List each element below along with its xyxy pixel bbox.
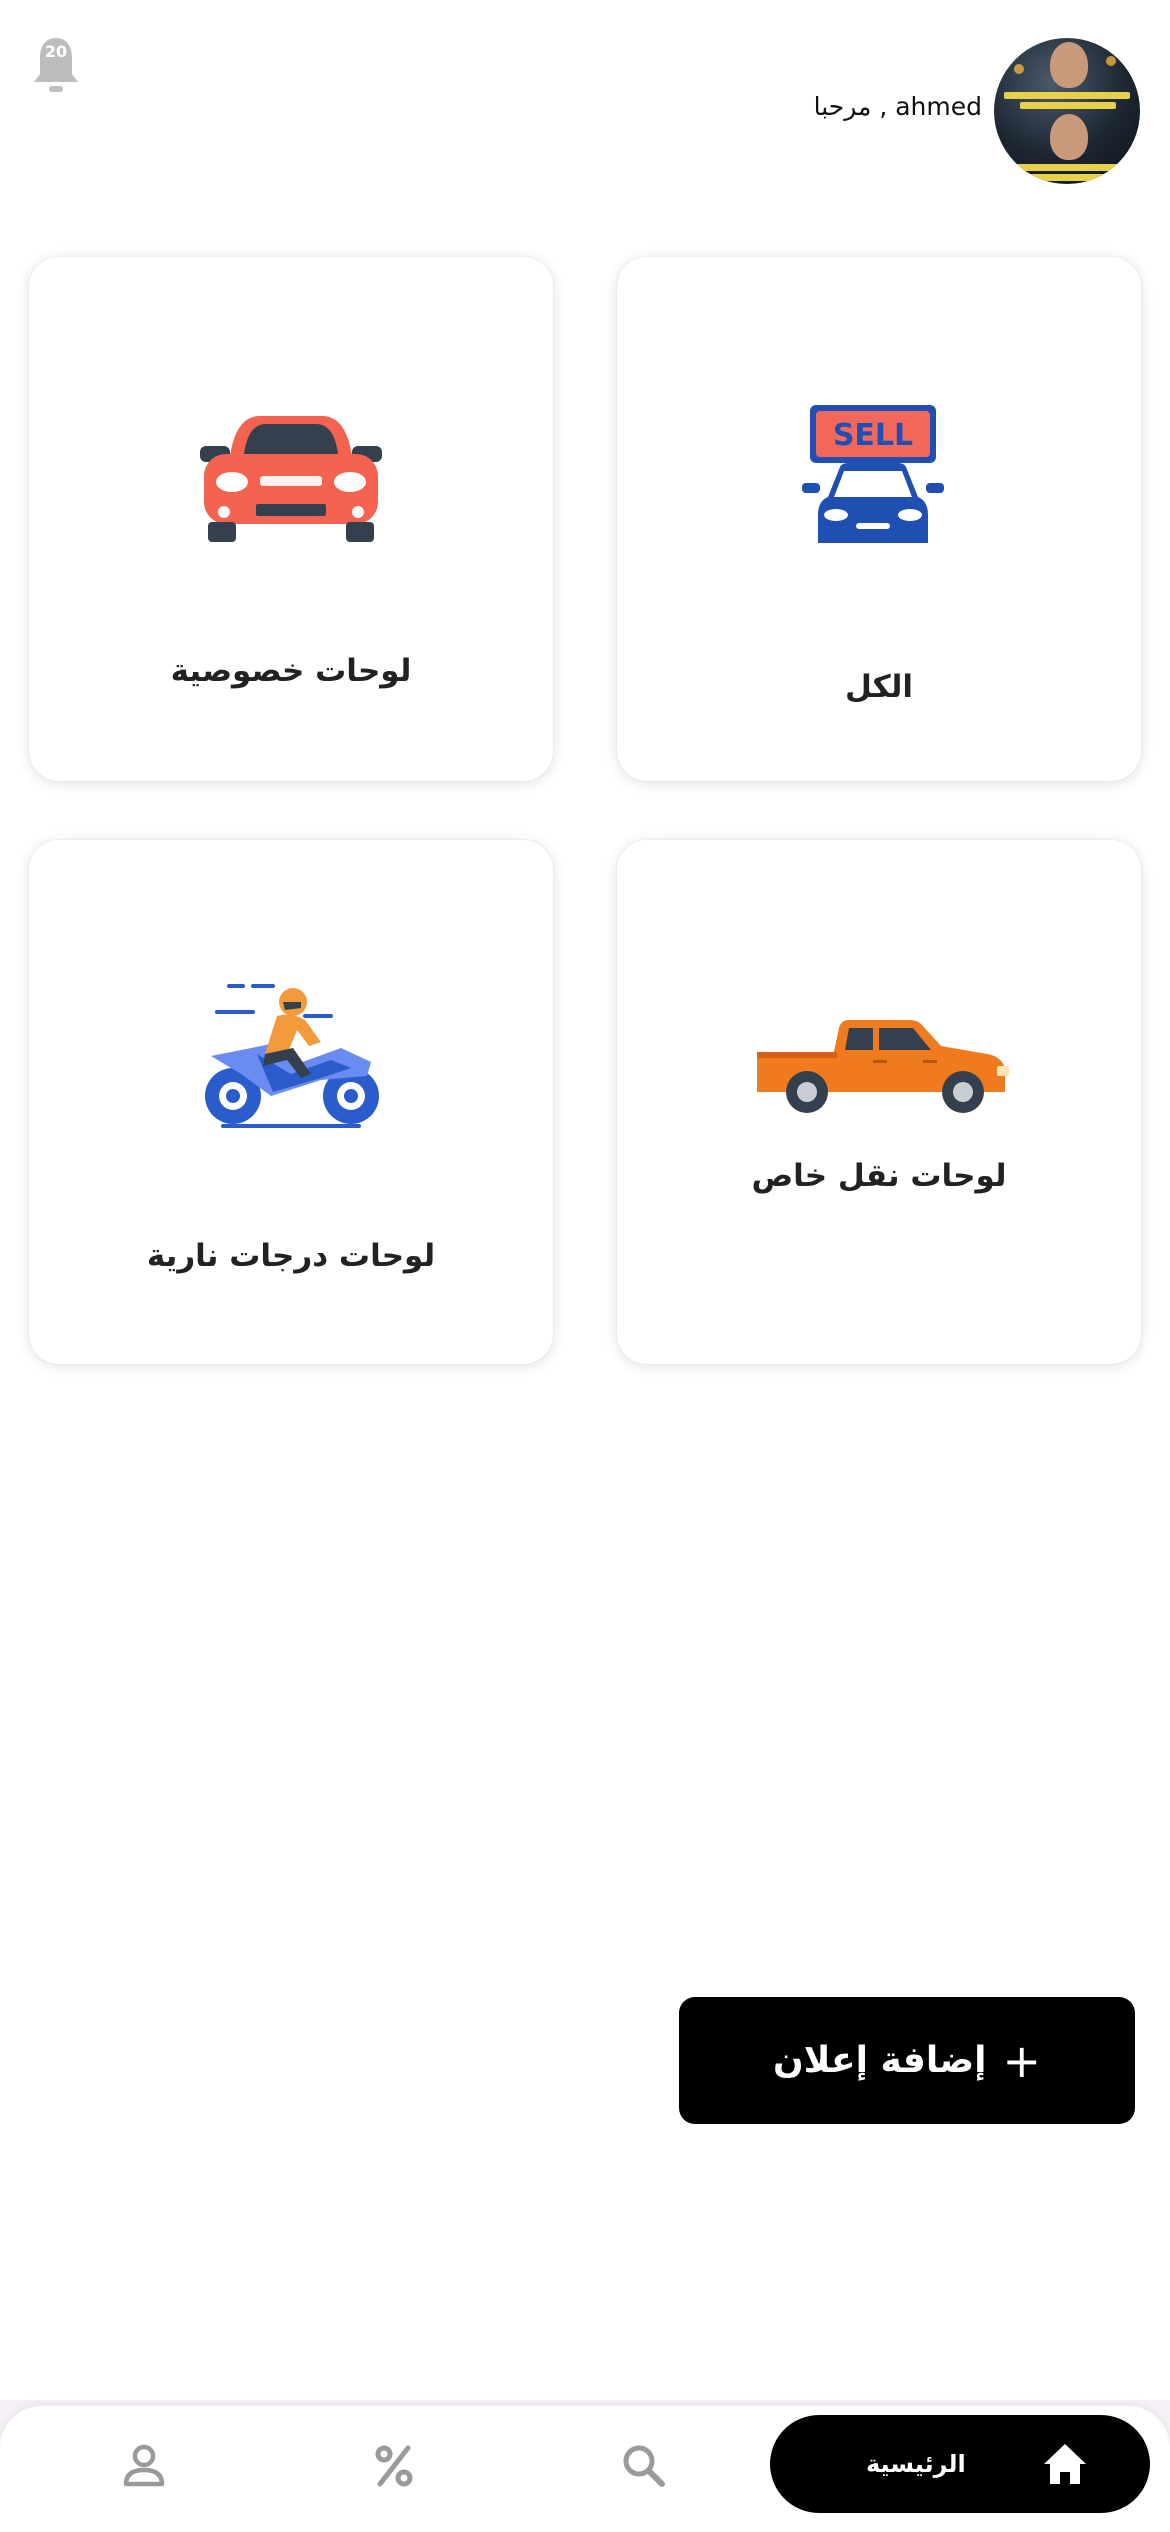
- notification-count-badge: 20: [44, 42, 68, 61]
- category-card-all[interactable]: SELL الكل: [617, 257, 1141, 781]
- private-car-icon: [200, 416, 382, 542]
- sell-car-icon: SELL: [802, 405, 944, 543]
- category-card-motorcycle[interactable]: لوحات درجات نارية: [29, 840, 553, 1364]
- add-listing-label: إضافة إعلان: [772, 2040, 987, 2081]
- category-label: لوحات خصوصية: [170, 653, 412, 689]
- add-listing-button[interactable]: + إضافة إعلان: [679, 1997, 1135, 2124]
- notifications-button[interactable]: 20: [28, 34, 84, 98]
- category-card-transport[interactable]: لوحات نقل خاص: [617, 840, 1141, 1364]
- nav-item-search[interactable]: [614, 2436, 674, 2496]
- home-icon: [1044, 2444, 1086, 2484]
- profile-icon: [123, 2444, 165, 2487]
- category-card-private[interactable]: لوحات خصوصية: [29, 257, 553, 781]
- nav-item-home[interactable]: الرئيسية: [770, 2415, 1150, 2513]
- nav-item-offers[interactable]: [364, 2436, 424, 2496]
- category-label: لوحات درجات نارية: [146, 1238, 436, 1274]
- category-label: لوحات نقل خاص: [751, 1158, 1007, 1194]
- header: 20 مرحبا , ahmed: [0, 0, 1170, 230]
- avatar[interactable]: [994, 38, 1140, 184]
- nav-home-label: الرئيسية: [866, 2450, 966, 2478]
- search-icon: [623, 2445, 665, 2487]
- sell-badge-text: SELL: [833, 418, 913, 453]
- plus-icon: +: [1002, 2033, 1042, 2088]
- category-label: الكل: [845, 669, 913, 705]
- motorcycle-icon: [205, 984, 379, 1128]
- pickup-truck-icon: [757, 1020, 1009, 1113]
- percent-icon: [375, 2445, 413, 2487]
- nav-item-profile[interactable]: [114, 2436, 174, 2496]
- greeting-text: مرحبا , ahmed: [813, 92, 982, 121]
